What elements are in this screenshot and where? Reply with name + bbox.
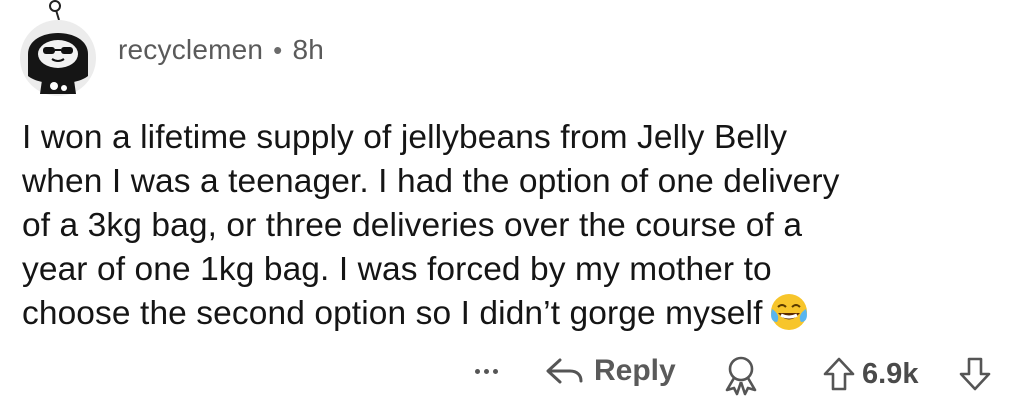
comment-line-last: choose the second option so I didn’t gor… — [22, 292, 1012, 336]
comment-body: I won a lifetime supply of jellybeans fr… — [22, 116, 1012, 336]
comment-line: choose the second option so I didn’t gor… — [22, 295, 763, 332]
comment-line: when I was a teenager. I had the option … — [22, 163, 840, 200]
arrow-up-icon — [823, 357, 855, 391]
username[interactable]: recyclemen — [118, 34, 263, 66]
comment-line: year of one 1kg bag. I was forced by my … — [22, 251, 772, 288]
reply-label: Reply — [594, 354, 676, 387]
ellipsis-icon — [492, 368, 498, 374]
downvote-button[interactable] — [958, 356, 992, 397]
ellipsis-icon — [474, 368, 480, 374]
comment-line: I won a lifetime supply of jellybeans fr… — [22, 119, 788, 156]
arrow-down-icon — [959, 357, 991, 391]
snoo-avatar-icon — [20, 0, 96, 96]
more-options-button[interactable] — [466, 356, 506, 386]
reply-button[interactable]: Reply — [544, 354, 676, 388]
comment: recyclemen • 8h I won a lifetime supply … — [0, 0, 1024, 410]
vote-score: 6.9k — [862, 358, 919, 390]
award-button[interactable] — [720, 354, 762, 401]
timestamp[interactable]: 8h — [292, 34, 324, 66]
comment-meta: recyclemen • 8h — [118, 34, 324, 66]
upvote-button[interactable] — [822, 356, 856, 397]
face-with-tears-of-joy-icon — [770, 294, 807, 331]
comment-actions: Reply 6.9k — [0, 352, 1024, 402]
comment-line: of a 3kg bag, or three deliveries over t… — [22, 207, 803, 244]
reply-arrow-icon — [546, 358, 583, 384]
ellipsis-icon — [483, 368, 489, 374]
meta-separator: • — [273, 34, 283, 65]
avatar[interactable] — [16, 0, 98, 100]
award-icon — [725, 356, 757, 396]
